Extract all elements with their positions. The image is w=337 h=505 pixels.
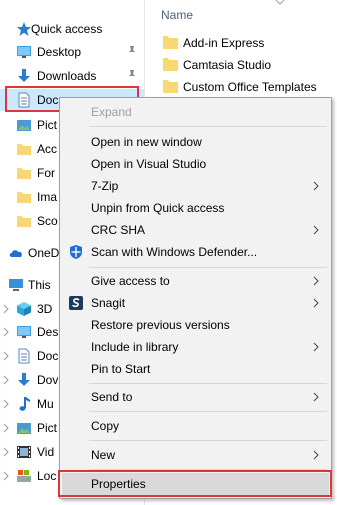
chevron-right-icon[interactable] [2, 399, 10, 409]
document-icon [18, 348, 30, 364]
menu-separator [89, 126, 327, 127]
menu-item-scan-defender[interactable]: Scan with Windows Defender... [62, 241, 329, 263]
pin-icon[interactable] [127, 69, 137, 81]
chevron-right-icon[interactable] [2, 327, 10, 337]
chevron-right-icon[interactable] [2, 375, 10, 385]
chevron-right-icon[interactable] [2, 351, 10, 361]
menu-item-expand: Expand [91, 105, 132, 119]
music-note-icon [19, 397, 30, 411]
folder-icon [17, 216, 31, 227]
desktop-icon [17, 326, 31, 338]
cube-3d-icon [17, 302, 31, 316]
file-row[interactable]: Custom Office Templates [145, 76, 337, 98]
download-arrow-icon [18, 373, 30, 386]
pictures-icon [17, 423, 31, 434]
menu-separator [89, 440, 327, 441]
download-arrow-icon [18, 69, 30, 82]
menu-separator [89, 267, 327, 268]
name-column-header[interactable]: Name [161, 8, 193, 22]
menu-item-open-visual-studio[interactable]: Open in Visual Studio [62, 153, 329, 175]
film-icon [17, 446, 31, 458]
chevron-right-icon[interactable] [2, 423, 10, 433]
submenu-arrow-icon [313, 298, 319, 308]
pin-icon[interactable] [127, 45, 137, 57]
computer-icon [9, 279, 23, 291]
nav-desktop[interactable]: Desktop [0, 41, 145, 63]
folder-icon [163, 58, 178, 71]
menu-item-open-new-window[interactable]: Open in new window [62, 131, 329, 153]
nav-downloads[interactable]: Downloads [0, 65, 145, 87]
submenu-arrow-icon [313, 276, 319, 286]
chevron-right-icon[interactable] [2, 447, 10, 457]
folder-icon [17, 144, 31, 155]
submenu-arrow-icon [313, 225, 319, 235]
folder-icon [17, 168, 31, 179]
chevron-right-icon[interactable] [2, 304, 10, 314]
highlight-box-properties [58, 470, 332, 497]
submenu-arrow-icon [313, 392, 319, 402]
chevron-right-icon[interactable] [2, 471, 10, 481]
column-header: Name [145, 0, 337, 30]
menu-item-include-library[interactable]: Include in library [62, 336, 329, 358]
menu-item-crc-sha[interactable]: CRC SHA [62, 219, 329, 241]
menu-item-restore-previous[interactable]: Restore previous versions [62, 314, 329, 336]
menu-item-copy[interactable]: Copy [62, 415, 329, 437]
menu-item-new[interactable]: New [62, 444, 329, 466]
menu-item-unpin[interactable]: Unpin from Quick access [62, 197, 329, 219]
sort-chevron-icon [275, 0, 285, 5]
submenu-arrow-icon [313, 181, 319, 191]
folder-icon [163, 80, 178, 93]
menu-separator [89, 383, 327, 384]
windows-defender-shield-icon [70, 245, 82, 259]
menu-item-7zip[interactable]: 7-Zip [62, 175, 329, 197]
nav-quick-access[interactable]: Quick access [0, 18, 145, 40]
cloud-icon [9, 250, 22, 257]
file-row[interactable]: Add-in Express [145, 32, 337, 54]
submenu-arrow-icon [313, 450, 319, 460]
snagit-icon [69, 296, 83, 310]
hard-drive-icon [17, 470, 31, 482]
star-icon [17, 22, 31, 36]
file-row[interactable]: Camtasia Studio [145, 54, 337, 76]
folder-icon [17, 192, 31, 203]
context-menu: Expand Open in new window Open in Visual… [59, 97, 332, 499]
menu-item-send-to[interactable]: Send to [62, 386, 329, 408]
pictures-icon [17, 120, 31, 131]
menu-item-snagit[interactable]: Snagit [62, 292, 329, 314]
folder-icon [163, 36, 178, 49]
desktop-icon [17, 46, 31, 58]
menu-item-pin-start[interactable]: Pin to Start [62, 358, 329, 380]
submenu-arrow-icon [313, 342, 319, 352]
menu-item-give-access[interactable]: Give access to [62, 270, 329, 292]
menu-separator [89, 411, 327, 412]
